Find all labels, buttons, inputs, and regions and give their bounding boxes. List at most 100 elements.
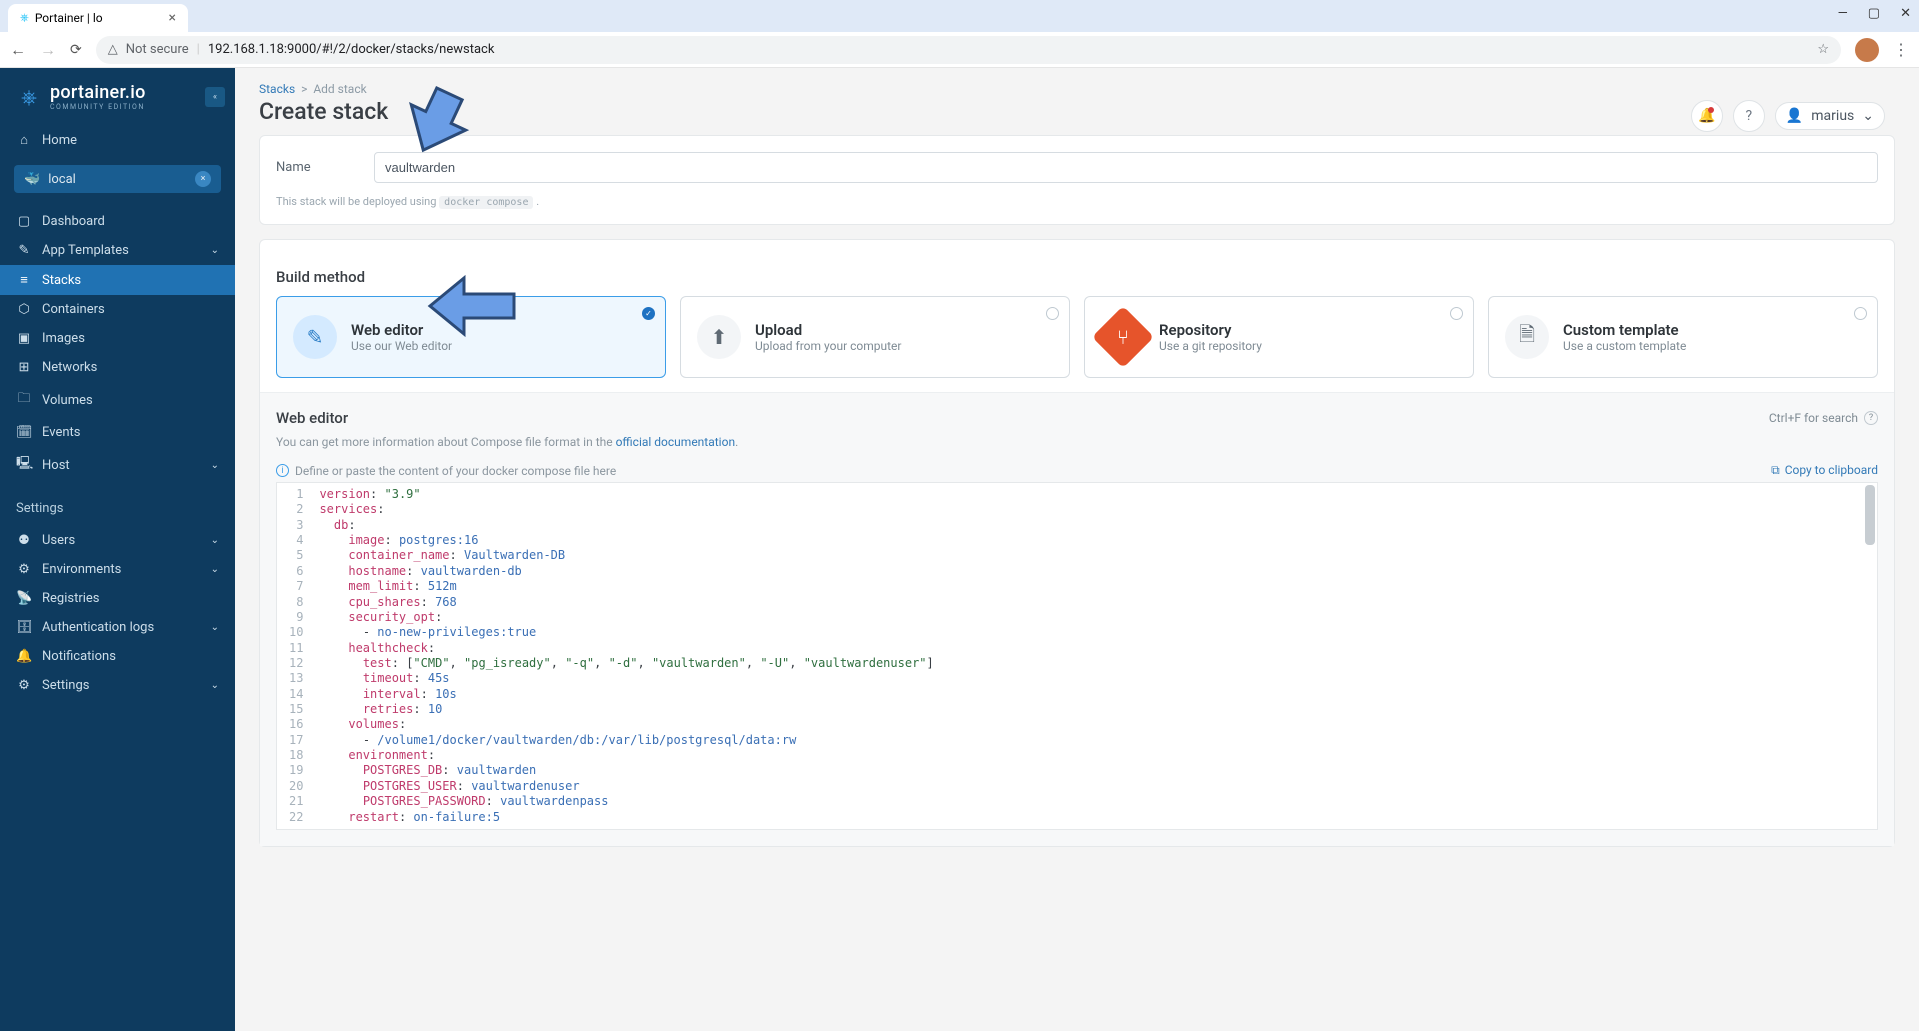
forward-icon[interactable]: → (40, 40, 56, 60)
method-title: Repository (1159, 321, 1262, 339)
bookmark-star-icon[interactable]: ☆ (1817, 42, 1829, 57)
not-secure-label: Not secure (126, 42, 189, 57)
sidebar: ⎈ portainer.io COMMUNITY EDITION « ⌂ Hom… (0, 68, 235, 1031)
user-menu[interactable]: 👤 marius ⌄ (1775, 102, 1885, 130)
stack-name-input[interactable] (374, 152, 1878, 183)
nav-icon: ≡ (16, 272, 32, 288)
collapse-sidebar-button[interactable]: « (205, 87, 225, 107)
sidebar-item-registries[interactable]: 📡 Registries (0, 584, 235, 613)
reload-icon[interactable]: ⟳ (70, 42, 82, 58)
maximize-icon[interactable]: ▢ (1868, 6, 1880, 21)
sidebar-item-containers[interactable]: ⬡Containers (0, 295, 235, 324)
main-content: 🔔 ? 👤 marius ⌄ Stacks > Add stack Create… (235, 68, 1919, 1031)
method-icon: ✎ (293, 315, 337, 359)
breadcrumb-current: Add stack (313, 82, 366, 96)
sidebar-item-networks[interactable]: ⊞Networks (0, 353, 235, 382)
window-controls: — ▢ ✕ (1838, 6, 1911, 21)
deploy-note: This stack will be deployed using docker… (276, 195, 1878, 208)
nav-icon: 📡 (16, 591, 32, 606)
name-panel: Name This stack will be deployed using d… (259, 135, 1895, 225)
sidebar-item-notifications[interactable]: 🔔 Notifications (0, 642, 235, 671)
browser-menu-icon[interactable]: ⋮ (1893, 40, 1909, 59)
build-method-panel: Build method ✎ Web editor Use our Web ed… (259, 239, 1895, 847)
nav-icon: ⬡ (16, 302, 32, 317)
sidebar-item-label: Dashboard (42, 214, 105, 229)
search-hint: Ctrl+F for search (1769, 411, 1858, 425)
nav-icon: 🖳 (16, 454, 32, 476)
code-content[interactable]: version: "3.9" services: db: image: post… (311, 483, 1877, 829)
profile-avatar[interactable] (1855, 38, 1879, 62)
sidebar-item-stacks[interactable]: ≡Stacks (0, 265, 235, 295)
sidebar-item-images[interactable]: ▣ Images (0, 324, 235, 353)
close-env-icon[interactable]: × (195, 171, 211, 187)
back-icon[interactable]: ← (10, 40, 26, 60)
sidebar-item-label: Registries (42, 591, 100, 606)
sidebar-item-volumes[interactable]: 🗀 Volumes (0, 382, 235, 418)
help-button[interactable]: ? (1733, 100, 1765, 132)
sidebar-item-label: Host (42, 458, 70, 473)
tab-close-icon[interactable]: × (169, 10, 176, 26)
method-subtitle: Upload from your computer (755, 339, 901, 353)
docker-icon: 🐳 (24, 172, 40, 187)
browser-toolbar: ← → ⟳ △ Not secure | 192.168.1.18:9000/#… (0, 32, 1919, 68)
docs-link[interactable]: official documentation (616, 435, 736, 449)
sidebar-item-events[interactable]: 🗓Events (0, 418, 235, 447)
method-radio[interactable] (642, 307, 655, 320)
sidebar-item-label: Notifications (42, 649, 116, 664)
build-method-web-editor[interactable]: ✎ Web editor Use our Web editor (276, 296, 666, 378)
nav-icon: 🔔 (16, 649, 32, 664)
method-subtitle: Use a git repository (1159, 339, 1262, 353)
close-window-icon[interactable]: ✕ (1900, 6, 1911, 21)
environment-chip[interactable]: 🐳 local × (14, 165, 221, 193)
username: marius (1811, 108, 1854, 124)
line-gutter: 12345678910111213141516171819202122 (277, 483, 311, 829)
portainer-logo-icon: ⎈ (16, 84, 42, 110)
method-radio[interactable] (1450, 307, 1463, 320)
sidebar-item-settings[interactable]: ⚙Settings⌄ (0, 671, 235, 700)
header-actions: 🔔 ? 👤 marius ⌄ (1691, 100, 1885, 132)
nav-icon: ⚙ (16, 678, 32, 693)
browser-tab[interactable]: ⎈ Portainer | lo × (8, 4, 188, 32)
name-label: Name (276, 160, 356, 175)
minimize-icon[interactable]: — (1838, 6, 1848, 21)
build-method-upload[interactable]: ⬆ Upload Upload from your computer (680, 296, 1070, 378)
sidebar-item-environments[interactable]: ⚙Environments⌄ (0, 555, 235, 584)
notifications-button[interactable]: 🔔 (1691, 100, 1723, 132)
breadcrumb-stacks-link[interactable]: Stacks (259, 82, 295, 96)
sidebar-item-app-templates[interactable]: ✎App Templates⌄ (0, 236, 235, 265)
editor-note: You can get more information about Compo… (276, 435, 1878, 449)
sidebar-item-label: Volumes (42, 393, 93, 408)
sidebar-item-label: App Templates (42, 243, 129, 258)
nav-icon: ⚉ (16, 533, 32, 548)
chevron-down-icon: ⌄ (211, 564, 219, 575)
sidebar-item-host[interactable]: 🖳 Host ⌄ (0, 447, 235, 483)
nav-icon: 🗀 (16, 389, 32, 411)
build-method-custom-template[interactable]: 🗎 Custom template Use a custom template (1488, 296, 1878, 378)
method-title: Upload (755, 321, 901, 339)
nav-icon: ⚙ (16, 562, 32, 577)
method-radio[interactable] (1854, 307, 1867, 320)
copy-to-clipboard-button[interactable]: ⧉ Copy to clipboard (1771, 463, 1878, 478)
method-title: Custom template (1563, 321, 1686, 339)
address-bar[interactable]: △ Not secure | 192.168.1.18:9000/#!/2/do… (96, 36, 1841, 64)
sidebar-item-users[interactable]: ⚉Users⌄ (0, 526, 235, 555)
settings-header: Settings (0, 487, 235, 522)
chevron-down-icon: ⌄ (211, 245, 219, 256)
sidebar-item-authentication-logs[interactable]: 🗄Authentication logs⌄ (0, 613, 235, 642)
nav-icon: ▢ (16, 214, 32, 229)
nav-icon: ▣ (16, 331, 32, 346)
sidebar-item-home[interactable]: ⌂ Home (0, 125, 235, 155)
scrollbar[interactable] (1865, 485, 1875, 545)
web-editor-title: Web editor (276, 409, 348, 427)
build-method-title: Build method (276, 268, 1878, 286)
sidebar-item-label: Images (42, 331, 85, 346)
info-icon: i (276, 464, 289, 477)
help-icon[interactable]: ? (1864, 411, 1878, 425)
code-editor[interactable]: 12345678910111213141516171819202122 vers… (276, 482, 1878, 830)
sidebar-item-dashboard[interactable]: ▢ Dashboard (0, 207, 235, 236)
tab-title: Portainer | lo (35, 11, 103, 25)
sidebar-item-label: Settings (42, 678, 89, 693)
chevron-down-icon: ⌄ (211, 460, 219, 471)
build-method-repository[interactable]: ⑂ Repository Use a git repository (1084, 296, 1474, 378)
method-radio[interactable] (1046, 307, 1059, 320)
